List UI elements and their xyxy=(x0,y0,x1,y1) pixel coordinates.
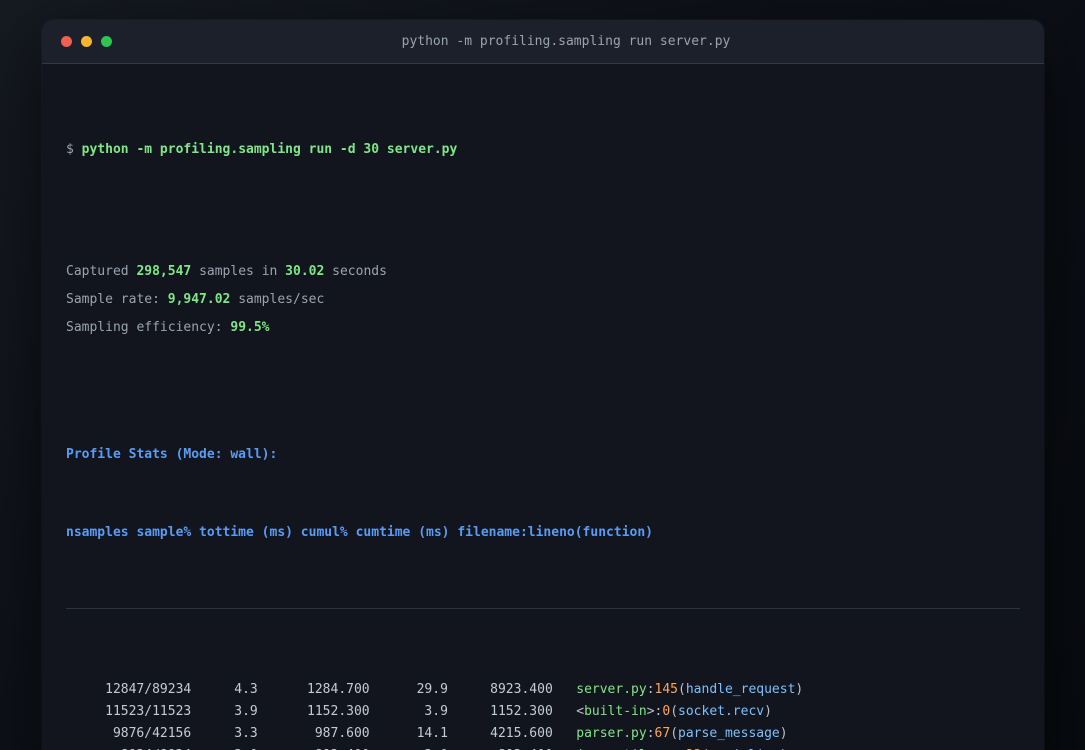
paren: ) xyxy=(795,682,804,697)
minimize-button[interactable] xyxy=(81,36,92,47)
filename: parser.py xyxy=(576,726,647,741)
stat-segment: Sampling efficiency: xyxy=(66,320,231,335)
table-divider xyxy=(66,608,1020,609)
command-text: python -m profiling.sampling run -d 30 s… xyxy=(81,142,458,157)
filename: server.py xyxy=(576,682,647,697)
stat-segment: Sample rate: xyxy=(66,292,168,307)
function-name: socket.recv xyxy=(678,704,765,719)
table-row: 12847/89234 4.3 1284.700 29.9 8923.400 server… xyxy=(66,679,1020,701)
stat-line: Sampling efficiency: 99.5% xyxy=(66,314,1020,342)
stat-segment: 30.02 xyxy=(285,264,325,279)
colon: : xyxy=(646,726,655,741)
cumul-pct-cell: 14.1 xyxy=(416,726,448,741)
line-number: 0 xyxy=(662,704,671,719)
table-row: 11523/11523 3.9 1152.300 3.9 1152.300 <built-… xyxy=(66,701,1020,723)
stat-segment: seconds xyxy=(324,264,387,279)
paren: ( xyxy=(670,726,679,741)
cumul-pct-cell: 3.9 xyxy=(424,704,448,719)
filename: built-in xyxy=(584,704,647,719)
line-number: 145 xyxy=(654,682,679,697)
location-cell: server.py:145(handle_request) xyxy=(576,679,803,701)
paren: ) xyxy=(764,704,772,719)
tottime-cell: 1152.300 xyxy=(307,704,370,719)
stat-segment: 298,547 xyxy=(136,264,192,279)
terminal-window: python -m profiling.sampling run server.… xyxy=(42,20,1044,750)
function-name: parse_message xyxy=(678,726,780,741)
paren: ( xyxy=(678,682,686,697)
sample-pct-cell: 4.3 xyxy=(234,682,258,697)
stat-segment: samples in xyxy=(191,264,286,279)
tottime-cell: 1284.700 xyxy=(307,682,370,697)
nsamples-cell: 9876/42156 xyxy=(112,726,192,741)
location-cell: json_utils.py:23(serialize) xyxy=(576,745,787,750)
titlebar: python -m profiling.sampling run server.… xyxy=(42,20,1044,64)
table-row: 8934/89343.0893.4003.0893.400json_utils.… xyxy=(66,745,1020,750)
stat-segment: 9,947.02 xyxy=(167,292,231,307)
location-cell: parser.py:67(parse_message) xyxy=(576,723,787,745)
sample-pct-cell: 3.9 xyxy=(234,704,258,719)
paren: ( xyxy=(670,704,679,719)
sample-pct-cell: 3.3 xyxy=(234,726,258,741)
cumtime-cell: 893.400 xyxy=(448,745,553,750)
stat-segment: Captured xyxy=(66,264,137,279)
cumtime-cell: 4215.600 xyxy=(490,726,553,741)
cumtime-cell: 8923.400 xyxy=(490,682,553,697)
traffic-lights xyxy=(61,36,112,47)
profile-columns-header: nsamples sample% tottime (ms) cumul% cum… xyxy=(66,525,653,540)
stat-segment: samples/sec xyxy=(230,292,325,307)
stat-segment: 99.5% xyxy=(230,320,270,335)
colon: : xyxy=(646,682,655,697)
tottime-cell: 987.600 xyxy=(314,726,370,741)
paren: ) xyxy=(779,726,788,741)
location-cell: <built-in>:0(socket.recv) xyxy=(576,701,772,723)
line-number: 67 xyxy=(654,726,671,741)
sample-pct-cell: 3.0 xyxy=(191,745,257,750)
angle-bracket: < xyxy=(576,704,585,719)
command-line: $ python -m profiling.sampling run -d 30… xyxy=(66,136,1020,164)
cumul-pct-cell: 29.9 xyxy=(416,682,448,697)
nsamples-cell: 11523/11523 xyxy=(105,704,192,719)
table-row: 9876/42156 3.3 987.600 14.1 4215.600 parser.p… xyxy=(66,723,1020,745)
window-title: python -m profiling.sampling run server.… xyxy=(401,34,731,49)
shell-prompt: $ xyxy=(66,142,82,157)
cumul-pct-cell: 3.0 xyxy=(370,745,447,750)
function-name: handle_request xyxy=(685,682,796,697)
cumtime-cell: 1152.300 xyxy=(490,704,553,719)
capture-stats: Captured 298,547 samples in 30.02 second… xyxy=(66,258,1020,342)
nsamples-cell: 8934/8934 xyxy=(66,745,191,750)
nsamples-cell: 12847/89234 xyxy=(105,682,192,697)
terminal-output: $ python -m profiling.sampling run -d 30… xyxy=(42,64,1044,750)
stat-line: Sample rate: 9,947.02 samples/sec xyxy=(66,286,1020,314)
stat-line: Captured 298,547 samples in 30.02 second… xyxy=(66,258,1020,286)
close-button[interactable] xyxy=(61,36,72,47)
desktop-background: python -m profiling.sampling run server.… xyxy=(0,0,1085,750)
angle-bracket: > xyxy=(646,704,655,719)
maximize-button[interactable] xyxy=(101,36,112,47)
tottime-cell: 893.400 xyxy=(258,745,370,750)
profile-stats-heading: Profile Stats (Mode: wall): xyxy=(66,447,278,462)
profile-table: 12847/89234 4.3 1284.700 29.9 8923.400 server… xyxy=(66,679,1020,750)
